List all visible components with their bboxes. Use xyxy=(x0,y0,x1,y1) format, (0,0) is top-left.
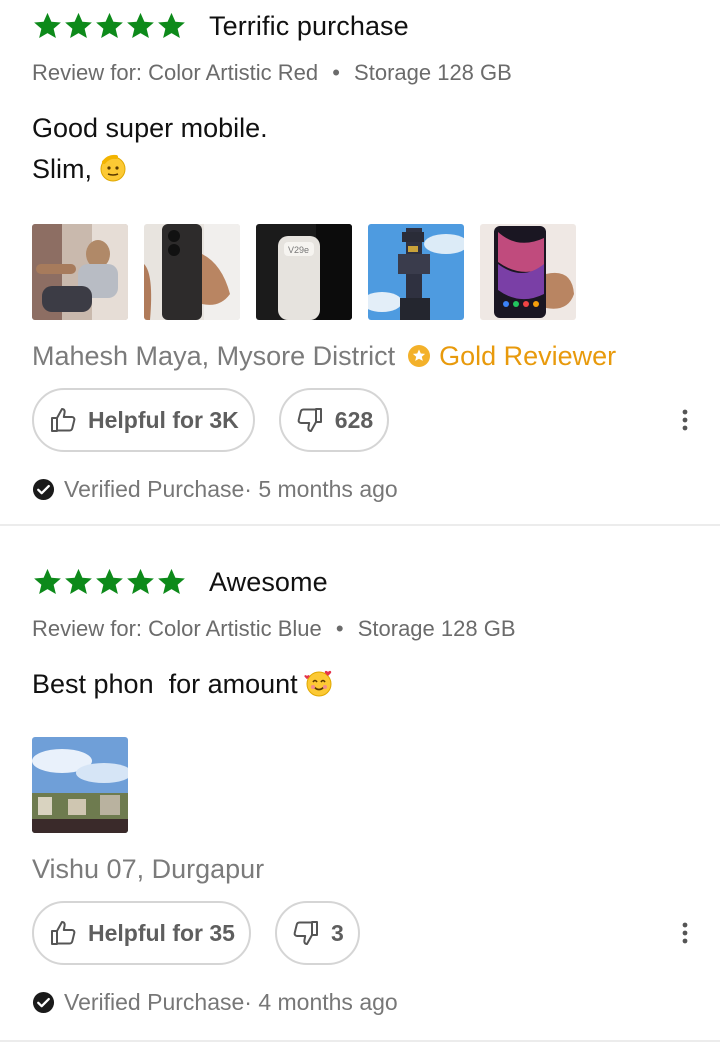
review-image[interactable] xyxy=(144,224,240,320)
star-icon xyxy=(156,567,187,597)
review-card: Awesome Review for: Color Artistic Blue … xyxy=(0,526,720,1040)
review-body-line: Good super mobile. xyxy=(32,113,268,143)
review-body-line: Slim, xyxy=(32,149,688,190)
more-options-icon[interactable] xyxy=(680,408,690,432)
star-rating xyxy=(32,567,187,597)
thumbs-up-icon xyxy=(48,405,78,435)
review-image[interactable] xyxy=(368,224,464,320)
star-icon xyxy=(63,567,94,597)
smiling-face-with-hearts-emoji-icon xyxy=(304,668,334,698)
badge-label: Gold Reviewer xyxy=(439,340,617,371)
verified-text: Verified Purchase· 5 months ago xyxy=(64,475,398,502)
review-actions: Helpful for 3K 628 xyxy=(32,388,688,452)
check-circle-icon xyxy=(32,991,55,1014)
review-card: Terrific purchase Review for: Color Arti… xyxy=(0,0,720,524)
variant-storage: Storage 128 GB xyxy=(357,616,516,641)
review-author: Vishu 07, Durgapur xyxy=(32,851,688,887)
not-helpful-count: 628 xyxy=(334,406,374,433)
variant-storage: Storage 128 GB xyxy=(354,60,512,85)
review-images: V29e xyxy=(32,224,688,320)
not-helpful-button[interactable]: 3 xyxy=(274,901,360,965)
helpful-label: Helpful for 3K xyxy=(88,406,239,433)
more-options-icon[interactable] xyxy=(680,921,690,945)
star-rating xyxy=(32,11,187,41)
variant-separator: • xyxy=(332,60,340,85)
author-name: Mahesh Maya, Mysore District xyxy=(32,340,396,371)
verified-purchase: Verified Purchase· 5 months ago xyxy=(32,474,688,504)
thumbs-down-icon xyxy=(291,918,321,948)
star-icon xyxy=(32,567,63,597)
variant-separator: • xyxy=(335,616,344,641)
review-title: Terrific purchase xyxy=(209,10,409,41)
review-image[interactable] xyxy=(480,224,576,320)
review-images xyxy=(32,737,688,833)
review-header: Awesome xyxy=(32,564,688,600)
helpful-button[interactable]: Helpful for 35 xyxy=(32,901,251,965)
review-author: Mahesh Maya, Mysore District Gold Review… xyxy=(32,338,688,374)
star-icon xyxy=(63,11,94,41)
gold-reviewer-badge: Gold Reviewer xyxy=(407,341,616,372)
star-badge-icon xyxy=(407,344,431,368)
review-body: Good super mobile. Slim, xyxy=(32,108,688,190)
verified-purchase: Verified Purchase· 4 months ago xyxy=(32,987,688,1017)
review-variant: Review for: Color Artistic Red • Storage… xyxy=(32,58,688,88)
review-divider xyxy=(0,1040,720,1042)
helpful-button[interactable]: Helpful for 3K xyxy=(32,388,255,452)
thumbs-down-icon xyxy=(295,405,325,435)
review-variant: Review for: Color Artistic Blue • Storag… xyxy=(32,614,688,644)
review-image[interactable] xyxy=(32,224,128,320)
review-image[interactable] xyxy=(32,737,128,833)
star-icon xyxy=(125,567,156,597)
star-icon xyxy=(94,11,125,41)
review-body-text: Slim, xyxy=(32,154,92,184)
star-icon xyxy=(156,11,187,41)
thumbs-up-icon xyxy=(48,918,78,948)
review-actions: Helpful for 35 3 xyxy=(32,901,688,965)
saluting-face-emoji-icon xyxy=(98,153,128,183)
review-header: Terrific purchase xyxy=(32,8,688,44)
star-icon xyxy=(125,11,156,41)
svg-text:V29e: V29e xyxy=(288,245,309,255)
variant-color: Review for: Color Artistic Red xyxy=(32,60,319,85)
helpful-label: Helpful for 35 xyxy=(88,919,235,946)
star-icon xyxy=(32,11,63,41)
author-name: Vishu 07, Durgapur xyxy=(32,853,265,884)
not-helpful-button[interactable]: 628 xyxy=(278,388,390,452)
verified-text: Verified Purchase· 4 months ago xyxy=(64,988,398,1015)
review-body-text: Best phon for amount xyxy=(32,669,298,699)
review-title: Awesome xyxy=(209,566,328,597)
star-icon xyxy=(94,567,125,597)
check-circle-icon xyxy=(32,478,55,501)
review-body: Best phon for amount xyxy=(32,664,688,705)
not-helpful-count: 3 xyxy=(330,919,344,946)
review-image[interactable]: V29e xyxy=(256,224,352,320)
variant-color: Review for: Color Artistic Blue xyxy=(32,616,322,641)
review-body-line: Best phon for amount xyxy=(32,664,688,705)
